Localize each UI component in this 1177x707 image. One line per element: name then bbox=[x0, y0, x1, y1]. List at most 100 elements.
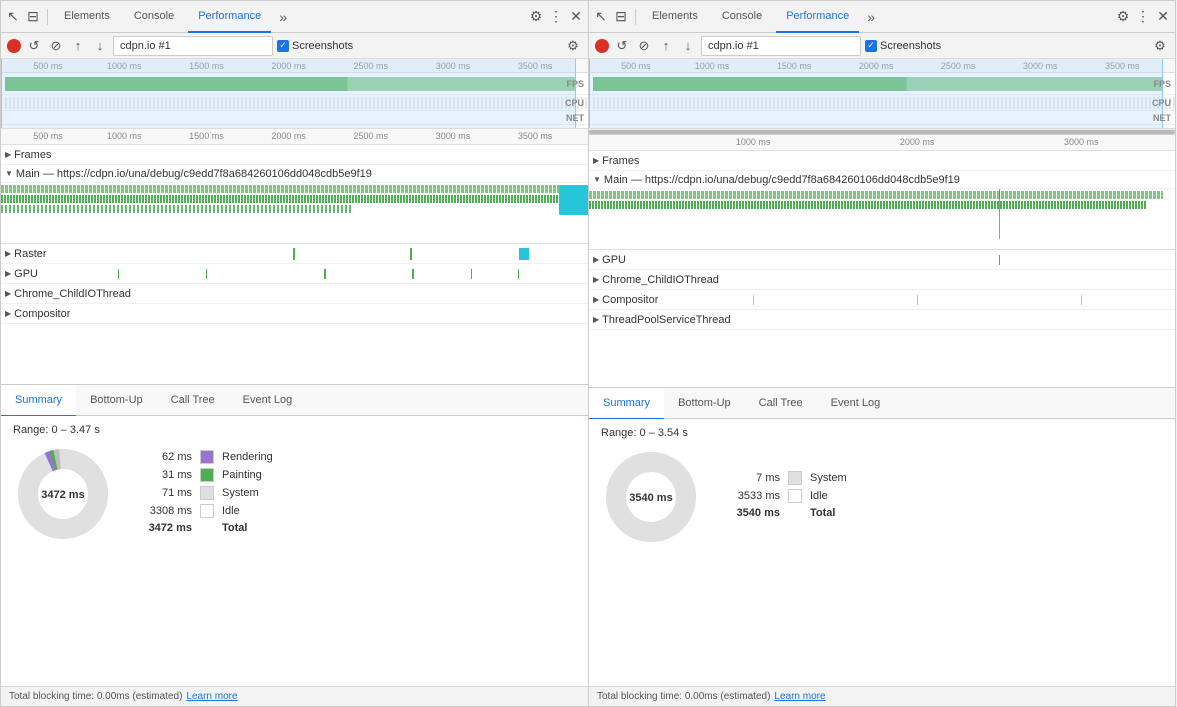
frames-track-left[interactable]: ▶ Frames bbox=[1, 145, 588, 165]
left-name-painting: Painting bbox=[222, 469, 262, 481]
more-icon-left[interactable]: ⋮ bbox=[548, 9, 564, 25]
summary-tab-left[interactable]: Summary bbox=[1, 385, 76, 417]
left-legend: 62 ms Rendering 31 ms Painting 71 ms bbox=[137, 450, 273, 538]
right-name-total: Total bbox=[810, 507, 835, 519]
fps-row-right: FPS bbox=[589, 73, 1175, 95]
right-swatch-system bbox=[788, 471, 802, 485]
raster-track-left[interactable]: ▶ Raster bbox=[1, 244, 588, 264]
call-tree-tab-right[interactable]: Call Tree bbox=[745, 388, 817, 420]
summary-tab-right[interactable]: Summary bbox=[589, 388, 664, 420]
close-icon-right[interactable]: ✕ bbox=[1155, 9, 1171, 25]
capture-settings-right[interactable]: ⚙ bbox=[1151, 37, 1169, 55]
chrome-child-track-left[interactable]: ▶ Chrome_ChildIOThread bbox=[1, 284, 588, 304]
left-legend-system: 71 ms System bbox=[137, 486, 273, 500]
layers-icon-right[interactable]: ⊟ bbox=[613, 9, 629, 25]
tab-performance-right[interactable]: Performance bbox=[776, 1, 859, 33]
export-btn-left[interactable]: ↓ bbox=[91, 37, 109, 55]
r-tick-3500: 3500 ms bbox=[1105, 61, 1140, 71]
record-btn-left[interactable] bbox=[7, 39, 21, 53]
settings-icon-right[interactable]: ⚙ bbox=[1115, 9, 1131, 25]
reload-btn-left[interactable]: ↺ bbox=[25, 37, 43, 55]
raster-arrow-left: ▶ bbox=[5, 249, 11, 258]
import-btn-right[interactable]: ↑ bbox=[657, 37, 675, 55]
url-bar-left[interactable]: cdpn.io #1 bbox=[113, 36, 273, 56]
url-bar-right[interactable]: cdpn.io #1 bbox=[701, 36, 861, 56]
d-tick-2500: 2500 ms bbox=[354, 131, 389, 141]
threadpool-track-right[interactable]: ▶ ThreadPoolServiceThread bbox=[589, 310, 1175, 330]
right-val-total: 3540 ms bbox=[725, 507, 780, 519]
right-val-idle: 3533 ms bbox=[725, 490, 780, 502]
cursor-icon-right[interactable]: ↖ bbox=[593, 9, 609, 25]
fps-bar-right bbox=[593, 77, 1175, 91]
right-tab-bar: ↖ ⊟ Elements Console Performance » ⚙ ⋮ ✕ bbox=[589, 1, 1175, 33]
bottom-up-tab-left[interactable]: Bottom-Up bbox=[76, 385, 157, 417]
compositor-label-left: ▶ Compositor bbox=[5, 308, 70, 320]
left-bottom-tabs: Summary Bottom-Up Call Tree Event Log bbox=[1, 384, 588, 416]
svg-text:3472 ms: 3472 ms bbox=[41, 489, 84, 501]
d-tick-1500: 1500 ms bbox=[189, 131, 224, 141]
tab-elements[interactable]: Elements bbox=[54, 1, 120, 33]
cpu-label-left: CPU bbox=[565, 98, 584, 108]
import-btn-left[interactable]: ↑ bbox=[69, 37, 87, 55]
r-tick-2500: 2500 ms bbox=[941, 61, 976, 71]
frames-label-right: ▶ Frames bbox=[593, 155, 639, 167]
right-learn-more[interactable]: Learn more bbox=[774, 691, 825, 702]
more-tabs-left[interactable]: » bbox=[275, 9, 291, 25]
screenshots-checkbox-right[interactable]: ✓ bbox=[865, 40, 877, 52]
main-track-right[interactable]: ▼ Main — https://cdpn.io/una/debug/c9edd… bbox=[589, 171, 1175, 189]
capture-settings-left[interactable]: ⚙ bbox=[564, 37, 582, 55]
raster-label-left: ▶ Raster bbox=[5, 248, 47, 260]
more-icon-right[interactable]: ⋮ bbox=[1135, 9, 1151, 25]
main-label-right: ▼ Main — https://cdpn.io/una/debug/c9edd… bbox=[593, 174, 960, 186]
fps-bar-left bbox=[5, 77, 588, 91]
gpu-track-right[interactable]: ▶ GPU bbox=[589, 250, 1175, 270]
url-text-left: cdpn.io #1 bbox=[120, 40, 171, 52]
right-scroll-thumb[interactable] bbox=[589, 130, 1175, 134]
frames-track-right[interactable]: ▶ Frames bbox=[589, 151, 1175, 171]
main-track-left[interactable]: ▼ Main — https://cdpn.io/una/debug/c9edd… bbox=[1, 165, 588, 183]
more-tabs-right[interactable]: » bbox=[863, 9, 879, 25]
tab-console[interactable]: Console bbox=[124, 1, 184, 33]
right-status-bar: Total blocking time: 0.00ms (estimated) … bbox=[589, 686, 1175, 706]
devtools-container: ↖ ⊟ Elements Console Performance » ⚙ ⋮ ✕… bbox=[0, 0, 1177, 707]
tick-1000: 1000 ms bbox=[107, 61, 142, 71]
call-tree-tab-left[interactable]: Call Tree bbox=[157, 385, 229, 417]
reload-btn-right[interactable]: ↺ bbox=[613, 37, 631, 55]
left-summary-panel: Range: 0 – 3.47 s 3472 ms bbox=[1, 416, 588, 687]
tick-2500: 2500 ms bbox=[354, 61, 389, 71]
chrome-child-track-right[interactable]: ▶ Chrome_ChildIOThread bbox=[589, 270, 1175, 290]
left-name-system: System bbox=[222, 487, 259, 499]
tab-performance-left[interactable]: Performance bbox=[188, 1, 271, 33]
settings-icon-left[interactable]: ⚙ bbox=[528, 9, 544, 25]
left-detail: 500 ms 1000 ms 1500 ms 2000 ms 2500 ms 3… bbox=[1, 129, 588, 384]
event-log-tab-right[interactable]: Event Log bbox=[817, 388, 895, 420]
cursor-icon[interactable]: ↖ bbox=[5, 9, 21, 25]
tick-2000: 2000 ms bbox=[271, 61, 306, 71]
tick-500: 500 ms bbox=[33, 61, 63, 71]
compositor-track-right[interactable]: ▶ Compositor bbox=[589, 290, 1175, 310]
tab-console-right[interactable]: Console bbox=[712, 1, 772, 33]
screenshots-check-left[interactable]: ✓ Screenshots bbox=[277, 40, 353, 52]
compositor-track-left[interactable]: ▶ Compositor bbox=[1, 304, 588, 324]
layers-icon[interactable]: ⊟ bbox=[25, 9, 41, 25]
export-btn-right[interactable]: ↓ bbox=[679, 37, 697, 55]
left-val-idle: 3308 ms bbox=[137, 505, 192, 517]
svg-text:3540 ms: 3540 ms bbox=[629, 492, 672, 504]
main-arrow-left: ▼ bbox=[5, 169, 13, 178]
right-panel: ↖ ⊟ Elements Console Performance » ⚙ ⋮ ✕… bbox=[588, 0, 1176, 707]
fps-label-left: FPS bbox=[566, 79, 584, 89]
screenshots-check-right[interactable]: ✓ Screenshots bbox=[865, 40, 941, 52]
event-log-tab-left[interactable]: Event Log bbox=[229, 385, 307, 417]
left-learn-more[interactable]: Learn more bbox=[186, 691, 237, 702]
clear-btn-right[interactable]: ⊘ bbox=[635, 37, 653, 55]
gpu-track-left[interactable]: ▶ GPU bbox=[1, 264, 588, 284]
record-btn-right[interactable] bbox=[595, 39, 609, 53]
tab-elements-right[interactable]: Elements bbox=[642, 1, 708, 33]
bottom-up-tab-right[interactable]: Bottom-Up bbox=[664, 388, 745, 420]
left-name-idle: Idle bbox=[222, 505, 240, 517]
close-icon-left[interactable]: ✕ bbox=[568, 9, 584, 25]
right-range-label: Range: 0 – 3.54 s bbox=[601, 427, 1163, 439]
cpu-row-right: CPU bbox=[589, 95, 1175, 111]
clear-btn-left[interactable]: ⊘ bbox=[47, 37, 65, 55]
screenshots-checkbox-left[interactable]: ✓ bbox=[277, 40, 289, 52]
